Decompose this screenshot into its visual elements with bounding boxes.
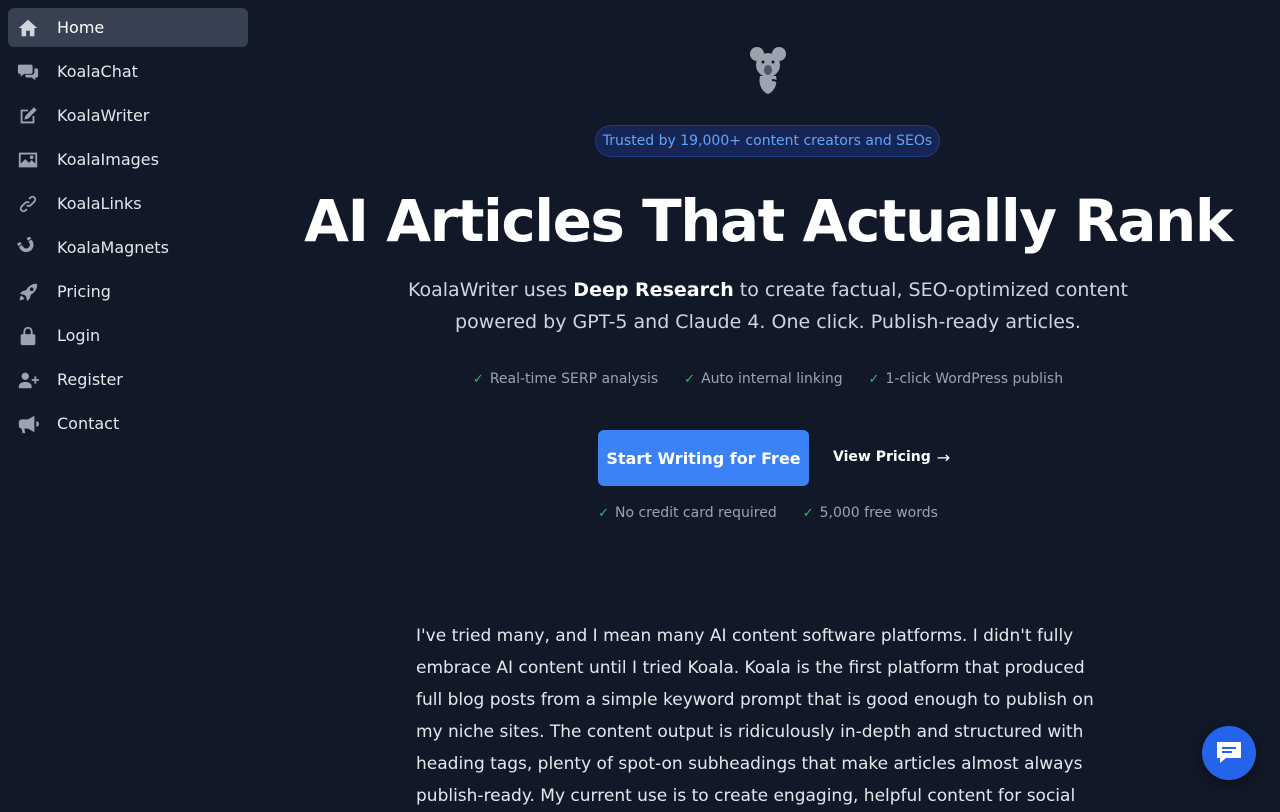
feature-label: Real-time SERP analysis	[489, 371, 659, 387]
feature-label: Auto internal linking	[701, 371, 843, 387]
sidebar-item-login[interactable]: Login	[8, 316, 248, 355]
feature-item: ✓ 1-click WordPress publish	[869, 368, 1063, 390]
check-icon: ✓	[868, 371, 880, 387]
pencil-square-icon	[16, 104, 40, 128]
reassurance-label: 5,000 free words	[819, 505, 938, 521]
image-icon	[16, 148, 40, 172]
sidebar-item-label: KoalaWriter	[57, 106, 150, 125]
view-pricing-label: View Pricing	[833, 449, 931, 465]
home-icon	[16, 16, 40, 40]
koala-logo	[748, 44, 788, 98]
feature-item: ✓ Real-time SERP analysis	[473, 368, 658, 390]
feature-item: ✓ Auto internal linking	[684, 368, 842, 390]
user-plus-icon	[16, 368, 40, 392]
sidebar-item-koalaimages[interactable]: KoalaImages	[8, 140, 248, 179]
sidebar-item-koalawriter[interactable]: KoalaWriter	[8, 96, 248, 135]
sidebar-item-label: Register	[57, 370, 123, 389]
sidebar-nav: Home KoalaChat KoalaWriter KoalaImages K…	[0, 0, 256, 443]
check-icon: ✓	[472, 371, 484, 387]
lock-icon	[16, 324, 40, 348]
sidebar-item-label: KoalaImages	[57, 150, 159, 169]
reassurance-item: ✓ 5,000 free words	[803, 502, 938, 524]
check-icon: ✓	[598, 505, 609, 521]
reassurance-label: No credit card required	[614, 505, 777, 521]
subtitle-text-start: KoalaWriter uses	[408, 279, 574, 301]
magnet-icon	[16, 236, 40, 260]
sidebar: Home KoalaChat KoalaWriter KoalaImages K…	[0, 0, 256, 800]
check-icon: ✓	[684, 371, 696, 387]
chat-widget-button[interactable]	[1202, 726, 1256, 780]
megaphone-icon	[16, 412, 40, 436]
hero-subtitle: KoalaWriter uses Deep Research to create…	[406, 274, 1130, 338]
reassurance-list: ✓ No credit card required ✓ 5,000 free w…	[256, 502, 1280, 524]
sidebar-item-koalachat[interactable]: KoalaChat	[8, 52, 248, 91]
sidebar-item-label: KoalaChat	[57, 62, 138, 81]
reassurance-item: ✓ No credit card required	[598, 502, 777, 524]
chat-bubbles-icon	[16, 60, 40, 84]
link-icon	[16, 192, 40, 216]
view-pricing-link[interactable]: View Pricing →	[833, 445, 950, 469]
sidebar-item-label: Home	[57, 18, 105, 37]
sidebar-item-label: KoalaLinks	[57, 194, 142, 213]
testimonial-text: I've tried many, and I mean many AI cont…	[416, 626, 1094, 806]
arrow-right-icon: →	[936, 447, 951, 467]
subtitle-highlight: Deep Research	[573, 279, 734, 301]
start-writing-button[interactable]: Start Writing for Free	[598, 430, 809, 486]
sidebar-item-label: Login	[57, 326, 101, 345]
sidebar-item-home[interactable]: Home	[8, 8, 248, 47]
sidebar-item-label: Pricing	[57, 282, 111, 301]
main-content: Trusted by 19,000+ content creators and …	[256, 0, 1280, 806]
sidebar-item-label: KoalaMagnets	[57, 238, 169, 257]
check-icon: ✓	[802, 505, 814, 521]
rocket-icon	[16, 280, 40, 304]
sidebar-item-contact[interactable]: Contact	[8, 404, 248, 443]
feature-label: 1-click WordPress publish	[885, 371, 1064, 387]
sidebar-item-pricing[interactable]: Pricing	[8, 272, 248, 311]
chat-icon	[1217, 742, 1241, 763]
sidebar-item-label: Contact	[57, 414, 120, 433]
trust-badge: Trusted by 19,000+ content creators and …	[595, 125, 940, 157]
hero-title: AI Articles That Actually Rank	[304, 187, 1233, 255]
sidebar-item-koalalinks[interactable]: KoalaLinks	[8, 184, 248, 223]
sidebar-item-koalamagnets[interactable]: KoalaMagnets	[8, 228, 248, 267]
feature-list: ✓ Real-time SERP analysis ✓ Auto interna…	[256, 368, 1280, 390]
sidebar-item-register[interactable]: Register	[8, 360, 248, 399]
